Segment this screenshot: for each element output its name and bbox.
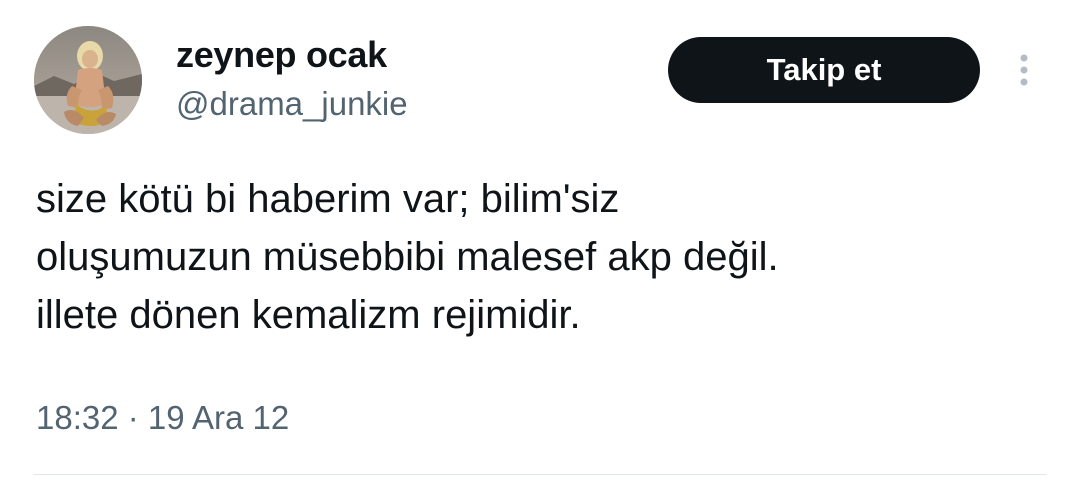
more-vertical-icon[interactable] <box>1010 50 1038 90</box>
tweet-line: oluşumuzun müsebbibi malesef akp değil. <box>36 235 779 279</box>
tweet-line: illete dönen kemalizm rejimidir. <box>36 293 581 337</box>
display-name[interactable]: zeynep ocak <box>176 34 387 76</box>
avatar-photo <box>34 26 142 134</box>
more-dots-graphic <box>1020 54 1028 86</box>
avatar[interactable] <box>34 26 142 134</box>
divider <box>34 474 1046 475</box>
tweet-text: size kötü bi haberim var; bilim'siz oluş… <box>36 170 1046 344</box>
tweet-line: size kötü bi haberim var; bilim'siz <box>36 177 620 221</box>
user-handle[interactable]: @drama_junkie <box>176 84 408 124</box>
follow-button-label: Takip et <box>766 52 882 87</box>
tweet-timestamp[interactable]: 18:32 · 19 Ara 12 <box>36 398 289 438</box>
follow-button[interactable]: Takip et <box>668 37 980 103</box>
